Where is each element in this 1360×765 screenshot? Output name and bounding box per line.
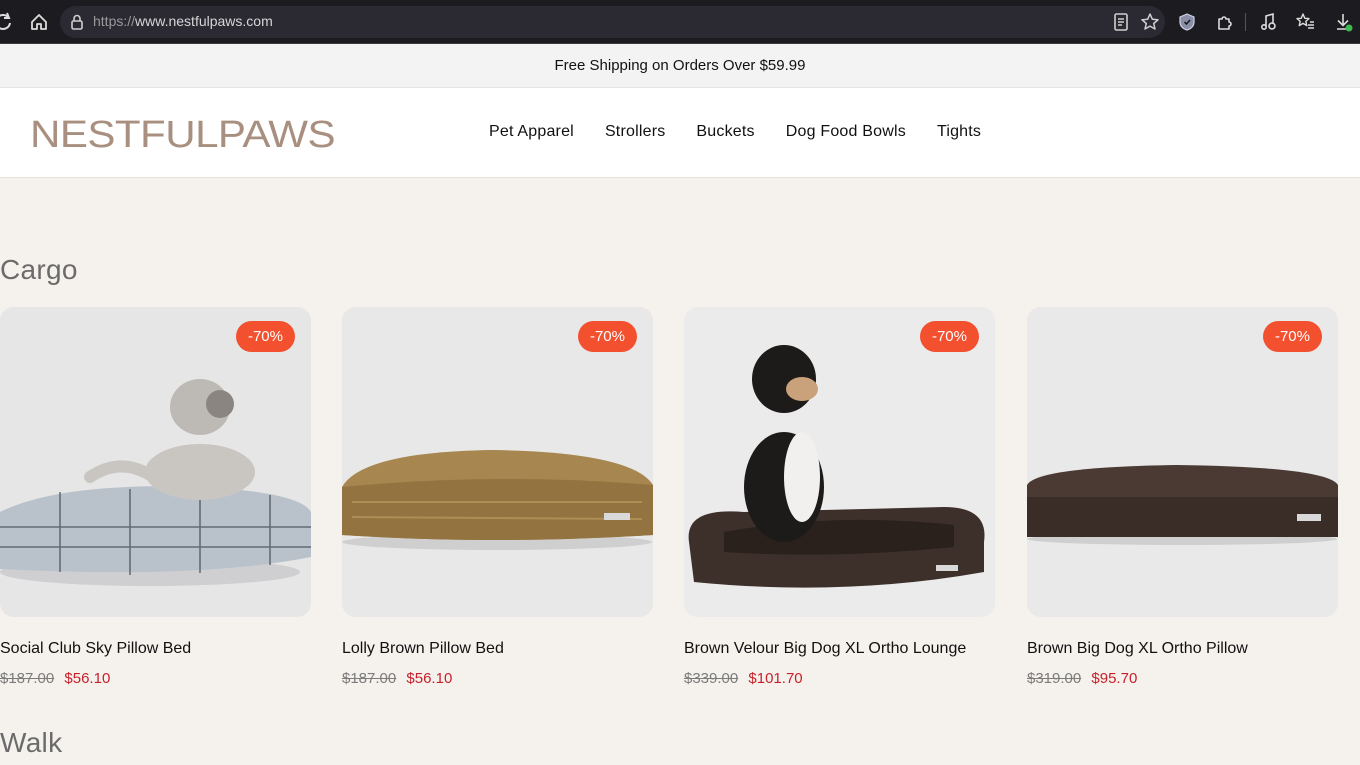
media-music-icon[interactable] bbox=[1257, 11, 1279, 33]
bookmark-star-icon[interactable] bbox=[1139, 11, 1161, 33]
compare-at-price: $187.00 bbox=[0, 670, 55, 687]
nav-link-pet-apparel[interactable]: Pet Apparel bbox=[489, 123, 574, 141]
product-title[interactable]: Lolly Brown Pillow Bed bbox=[342, 640, 653, 658]
announcement-bar: Free Shipping on Orders Over $59.99 bbox=[0, 44, 1360, 88]
discount-badge: -70% bbox=[1262, 321, 1322, 352]
nav-link-tights[interactable]: Tights bbox=[937, 123, 981, 141]
favorites-list-icon[interactable] bbox=[1294, 11, 1316, 33]
shield-icon[interactable] bbox=[1176, 11, 1198, 33]
home-icon[interactable] bbox=[28, 11, 50, 33]
nav-link-dog-food-bowls[interactable]: Dog Food Bowls bbox=[786, 123, 906, 141]
downloads-icon[interactable] bbox=[1332, 11, 1354, 33]
compare-at-price: $319.00 bbox=[1027, 670, 1082, 687]
product-prices: $187.00 $56.10 bbox=[0, 670, 311, 687]
sale-price: $101.70 bbox=[748, 670, 803, 687]
brand-logo[interactable]: NESTFULPAWS bbox=[30, 116, 335, 152]
extensions-puzzle-icon[interactable] bbox=[1214, 11, 1236, 33]
product-image[interactable]: -70% bbox=[684, 307, 995, 617]
product-card[interactable]: -70% Social Club Sky Pillow Bed $187.00 … bbox=[0, 307, 311, 687]
brand-logo-text: NESTFULPAWS bbox=[30, 116, 335, 152]
compare-at-price: $339.00 bbox=[684, 670, 739, 687]
sale-price: $56.10 bbox=[406, 670, 453, 687]
reader-view-icon[interactable] bbox=[1110, 11, 1132, 33]
reload-icon[interactable] bbox=[0, 11, 14, 33]
section-title-walk: Walk bbox=[0, 727, 63, 758]
product-title[interactable]: Brown Velour Big Dog XL Ortho Lounge bbox=[684, 640, 995, 658]
toolbar-divider bbox=[1245, 13, 1246, 31]
url-text: https://www.nestfulpaws.com bbox=[93, 13, 273, 29]
browser-toolbar: https://www.nestfulpaws.com bbox=[0, 0, 1360, 44]
product-prices: $339.00 $101.70 bbox=[684, 670, 995, 687]
sale-price: $56.10 bbox=[64, 670, 111, 687]
product-prices: $187.00 $56.10 bbox=[342, 670, 653, 687]
nav-link-strollers[interactable]: Strollers bbox=[605, 123, 665, 141]
discount-badge: -70% bbox=[919, 321, 979, 352]
main-nav: Pet Apparel Strollers Buckets Dog Food B… bbox=[489, 123, 981, 141]
product-image[interactable]: -70% bbox=[0, 307, 311, 617]
discount-badge: -70% bbox=[235, 321, 295, 352]
product-card[interactable]: -70% Lolly Brown Pillow Bed $187.00 $56.… bbox=[342, 307, 653, 687]
product-title[interactable]: Social Club Sky Pillow Bed bbox=[0, 640, 311, 658]
section-title-cargo: Cargo bbox=[0, 254, 78, 285]
compare-at-price: $187.00 bbox=[342, 670, 397, 687]
site-header: NESTFULPAWS Pet Apparel Strollers Bucket… bbox=[0, 88, 1360, 178]
product-grid: -70% Social Club Sky Pillow Bed $187.00 … bbox=[0, 307, 1360, 697]
product-title[interactable]: Brown Big Dog XL Ortho Pillow bbox=[1027, 640, 1338, 658]
address-bar[interactable]: https://www.nestfulpaws.com bbox=[60, 6, 1165, 38]
sale-price: $95.70 bbox=[1091, 670, 1138, 687]
nav-link-buckets[interactable]: Buckets bbox=[696, 123, 754, 141]
product-card[interactable]: -70% Brown Velour Big Dog XL Ortho Loung… bbox=[684, 307, 995, 687]
discount-badge: -70% bbox=[577, 321, 637, 352]
product-prices: $319.00 $95.70 bbox=[1027, 670, 1338, 687]
product-image[interactable]: -70% bbox=[342, 307, 653, 617]
product-card[interactable]: -70% Brown Big Dog XL Ortho Pillow $319.… bbox=[1027, 307, 1338, 687]
site-info-lock-icon[interactable] bbox=[66, 11, 88, 33]
product-image[interactable]: -70% bbox=[1027, 307, 1338, 617]
